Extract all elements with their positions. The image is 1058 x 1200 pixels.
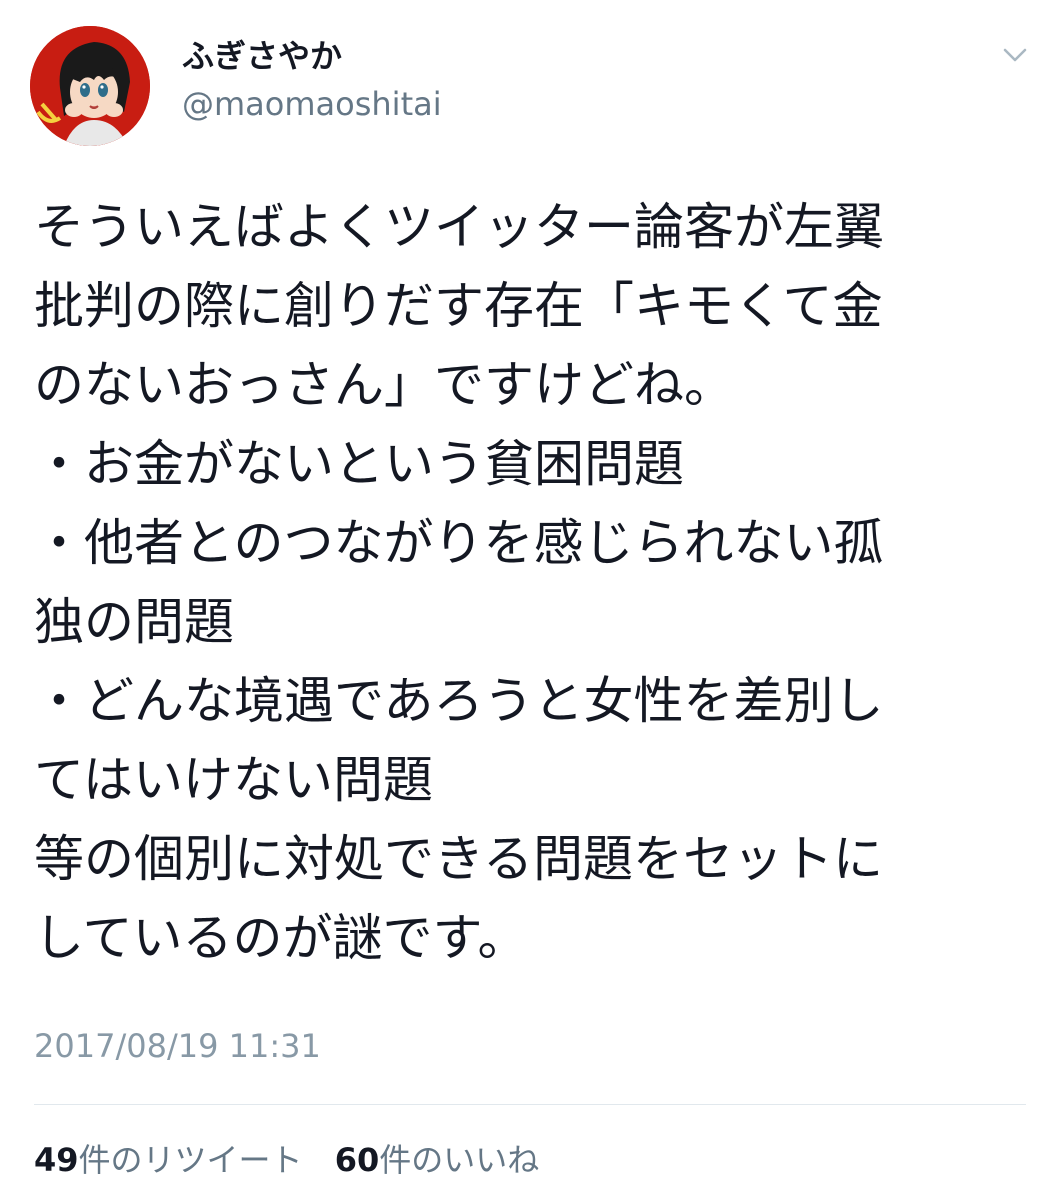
retweets-label: 件のリツイート: [78, 1141, 303, 1179]
likes-stat[interactable]: 60件のいいね: [335, 1136, 540, 1184]
anime-character-avatar-icon: [30, 26, 150, 146]
retweets-count: 49: [34, 1141, 79, 1179]
divider: [34, 1104, 1026, 1105]
display-name[interactable]: ふぎさやか: [182, 34, 442, 78]
user-handle[interactable]: @maomaoshitai: [182, 82, 442, 126]
likes-count: 60: [334, 1141, 380, 1179]
tweet-text: そういえばよくツイッター論客が左翼 批判の際に創りだす存在「キモくて金 のないお…: [34, 198, 884, 967]
tweet-header: ふぎさやか @maomaoshitai: [30, 26, 1030, 146]
chevron-down-icon[interactable]: [1000, 40, 1030, 70]
tweet-timestamp[interactable]: 2017/08/19 11:31: [34, 1024, 321, 1068]
tweet-card: ふぎさやか @maomaoshitai そういえばよくツイッター論客が左翼 批判…: [0, 0, 1058, 1200]
tweet-stats: 49件のリツイート 60件のいいね: [34, 1136, 561, 1184]
avatar[interactable]: [30, 26, 150, 146]
retweets-stat[interactable]: 49件のリツイート: [34, 1136, 303, 1184]
user-names: ふぎさやか @maomaoshitai: [182, 34, 442, 126]
likes-label: 件のいいね: [379, 1141, 540, 1179]
